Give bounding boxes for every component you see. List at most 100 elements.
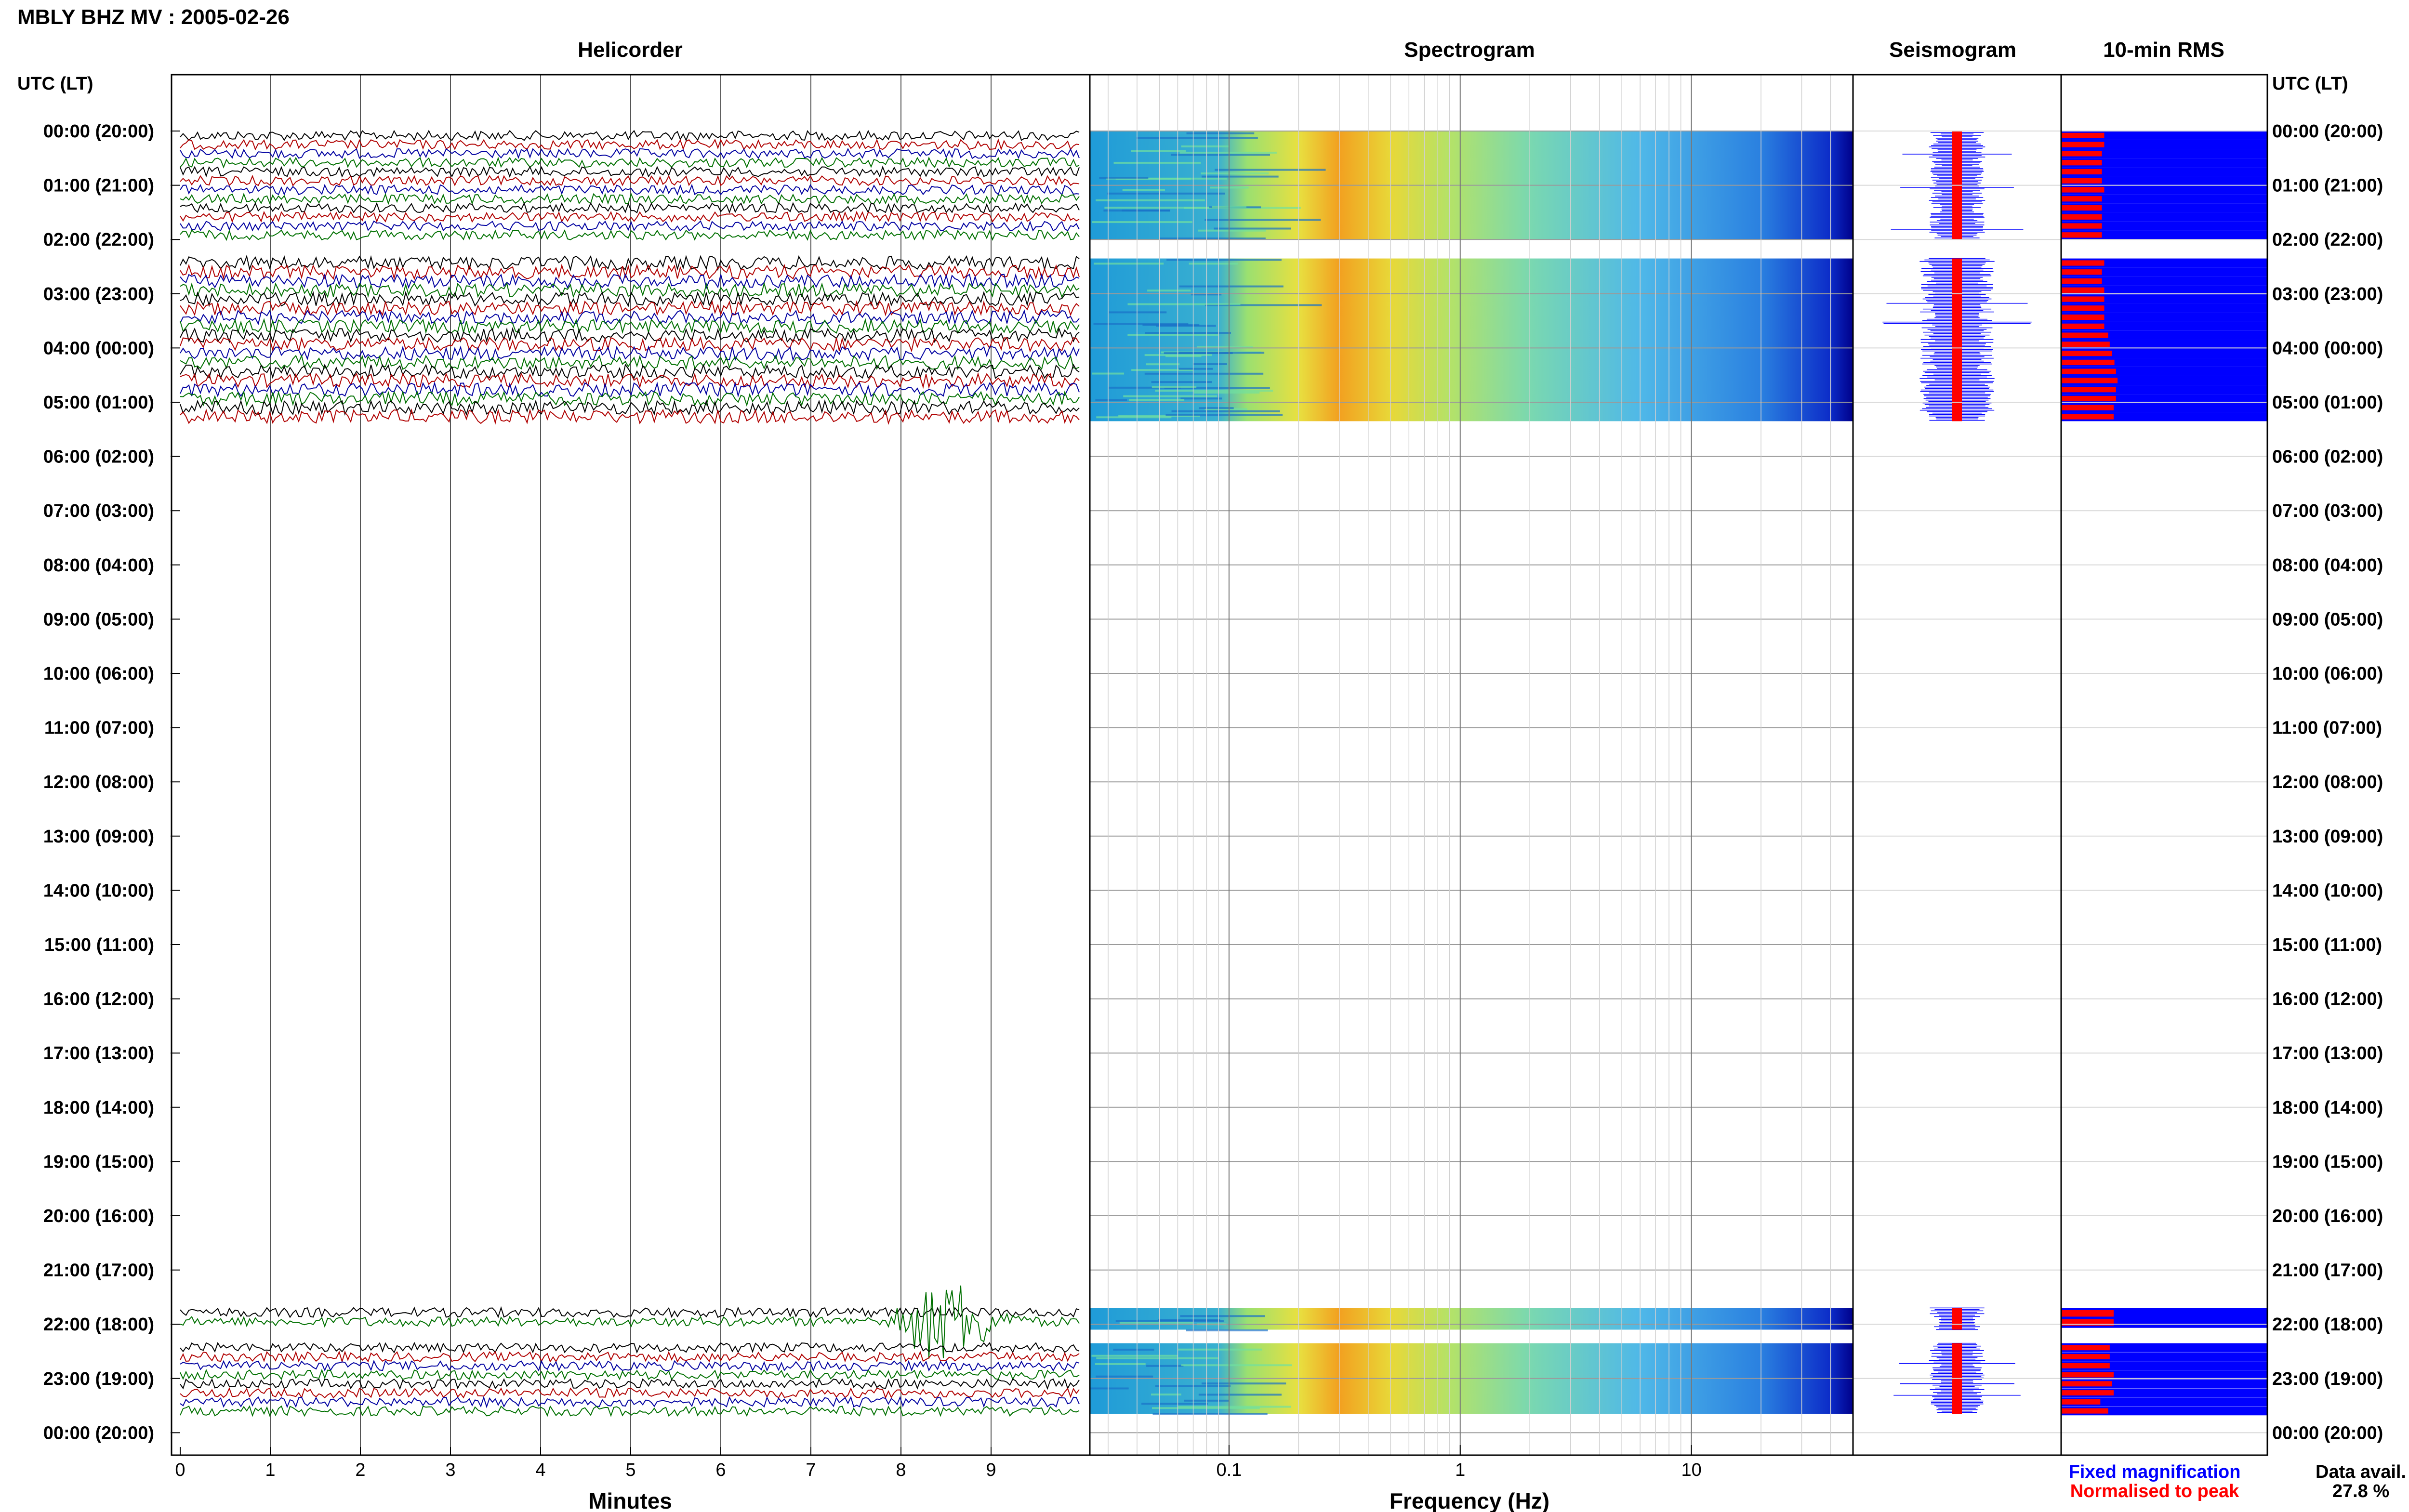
rms-normalised-bar xyxy=(2061,287,2105,293)
data-avail-label: Data avail. xyxy=(2316,1462,2406,1482)
helicorder-trace xyxy=(180,254,1080,272)
helicorder-trace xyxy=(180,1306,1080,1318)
hour-label-right: 00:00 (20:00) xyxy=(2272,121,2383,142)
hour-label-right: 09:00 (05:00) xyxy=(2272,609,2383,630)
rms-normalised-bar xyxy=(2061,359,2115,366)
rms-normalised-bar xyxy=(2061,260,2105,266)
helicorder-trace xyxy=(180,1350,1080,1364)
spectrogram-streak xyxy=(1171,410,1280,412)
helicorder-figure: MBLY BHZ MV : 2005-02-26 Helicorder Spec… xyxy=(17,5,2406,1512)
hour-label-right: 00:00 (20:00) xyxy=(2272,1423,2383,1443)
spectrogram-streak xyxy=(1151,1394,1181,1396)
helicorder-trace xyxy=(180,1405,1080,1417)
hour-label-left: 18:00 (14:00) xyxy=(43,1098,154,1118)
legend-normalised-to-peak: Normalised to peak xyxy=(2070,1481,2239,1501)
spectrogram-streak xyxy=(1152,1413,1268,1415)
hour-label-left: 13:00 (09:00) xyxy=(43,827,154,847)
rms-normalised-bar xyxy=(2061,378,2118,383)
spectrogram-block xyxy=(1090,1308,1853,1330)
rms-normalised-bar xyxy=(2061,1372,2114,1378)
seismogram-panel xyxy=(1882,131,2032,1414)
helicorder-trace xyxy=(180,281,1080,299)
helicorder-trace xyxy=(180,130,1080,142)
rms-normalised-bar xyxy=(2061,151,2102,157)
spectrogram-streak xyxy=(1109,311,1167,314)
helicorder-trace xyxy=(180,184,1080,196)
spectrogram-streak xyxy=(1113,161,1201,164)
utc-lt-left: UTC (LT) xyxy=(17,74,93,94)
hour-label-left: 14:00 (10:00) xyxy=(43,881,154,901)
hour-label-left: 20:00 (16:00) xyxy=(43,1206,154,1226)
spectrogram-streak xyxy=(1180,397,1222,400)
spectrogram-streak xyxy=(1178,368,1213,370)
hour-label-left: 21:00 (17:00) xyxy=(43,1261,154,1281)
spectrogram-streak xyxy=(1146,363,1180,366)
rms-normalised-bar xyxy=(2061,351,2112,356)
spectrogram-streak xyxy=(1099,177,1149,179)
spectrogram-streak xyxy=(1144,354,1212,356)
spectrogram-streak xyxy=(1198,1394,1282,1396)
spectrogram-streak xyxy=(1155,390,1273,392)
rms-normalised-bar xyxy=(2061,187,2105,193)
hour-label-left: 08:00 (04:00) xyxy=(43,555,154,576)
helicorder-trace xyxy=(180,229,1080,241)
hour-label-left: 03:00 (23:00) xyxy=(43,284,154,304)
spectrogram-streak xyxy=(1214,227,1291,230)
frequency-tick-label: 1 xyxy=(1455,1460,1465,1480)
helicorder-panel xyxy=(180,75,1080,1455)
spectrogram-streak xyxy=(1096,1375,1153,1378)
spectrogram-streak xyxy=(1095,399,1127,401)
utc-lt-right: UTC (LT) xyxy=(2272,74,2348,94)
spectrogram-streak xyxy=(1147,289,1191,292)
hour-label-left: 17:00 (13:00) xyxy=(43,1043,154,1064)
hour-label-left: 04:00 (00:00) xyxy=(43,338,154,358)
helicorder-trace xyxy=(180,174,1080,187)
hour-label-right: 08:00 (04:00) xyxy=(2272,555,2383,576)
spectrogram-streak xyxy=(1092,221,1192,224)
spectrogram-streak xyxy=(1201,1382,1286,1385)
minutes-tick-label: 1 xyxy=(265,1460,275,1480)
helicorder-title: Helicorder xyxy=(578,38,683,62)
spectrogram-streak xyxy=(1164,352,1233,355)
spectrogram-streak xyxy=(1091,1354,1178,1357)
spectrogram-streak xyxy=(1198,229,1266,232)
spectrogram-streak xyxy=(1179,151,1277,154)
helicorder-trace xyxy=(180,165,1080,178)
hour-label-left: 19:00 (15:00) xyxy=(43,1152,154,1172)
hour-label-right: 11:00 (07:00) xyxy=(2272,718,2382,738)
x-axes: 0 1 2 3 4 5 6 7 8 9 0.1 1 10 xyxy=(175,1445,1702,1480)
helicorder-trace xyxy=(180,318,1080,335)
spectrogram-streak xyxy=(1095,1363,1146,1365)
spectrogram-streak xyxy=(1152,386,1197,388)
spectrogram-streak xyxy=(1186,1329,1268,1331)
rms-normalised-bar xyxy=(2061,169,2102,175)
data-avail-value: 27.8 % xyxy=(2332,1481,2389,1501)
hour-label-left: 23:00 (19:00) xyxy=(43,1369,154,1389)
spectrogram-streak xyxy=(1165,414,1283,416)
spectrogram-streak xyxy=(1181,145,1230,147)
rms-normalised-bar xyxy=(2061,132,2105,139)
hour-label-left: 05:00 (01:00) xyxy=(43,393,154,413)
spectrogram-streak xyxy=(1096,199,1205,201)
hour-label-right: 03:00 (23:00) xyxy=(2272,284,2383,304)
hour-label-right: 13:00 (09:00) xyxy=(2272,827,2383,847)
frequency-tick-label: 0.1 xyxy=(1216,1460,1242,1480)
rms-normalised-bar xyxy=(2061,269,2102,275)
spectrogram-streak xyxy=(1127,303,1241,305)
spectrogram-streak xyxy=(1204,219,1321,221)
spectrogram-streak xyxy=(1170,154,1270,156)
hour-label-right: 19:00 (15:00) xyxy=(2272,1152,2383,1172)
spectrogram-streak xyxy=(1142,324,1200,326)
helicorder-trace xyxy=(180,399,1080,416)
spectrogram-streak xyxy=(1215,169,1326,171)
hour-label-left: 00:00 (20:00) xyxy=(43,121,154,142)
hour-label-right: 02:00 (22:00) xyxy=(2272,230,2383,250)
rms-normalised-bar xyxy=(2061,1363,2110,1368)
minutes-tick-label: 5 xyxy=(625,1460,635,1480)
minutes-tick-label: 0 xyxy=(175,1460,185,1480)
minutes-tick-label: 9 xyxy=(986,1460,996,1480)
frequency-axis-label: Frequency (Hz) xyxy=(1390,1488,1549,1512)
hour-label-left: 12:00 (08:00) xyxy=(43,772,154,792)
helicorder-trace xyxy=(180,1368,1080,1381)
hour-label-left: 01:00 (21:00) xyxy=(43,176,154,196)
